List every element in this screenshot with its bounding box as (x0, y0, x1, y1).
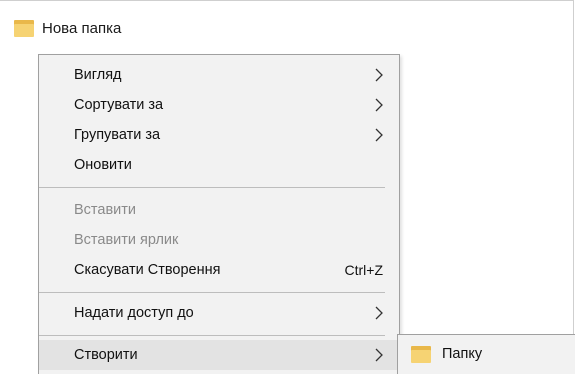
menu-item-sort-by[interactable]: Сортувати за (39, 90, 399, 120)
menu-item-view[interactable]: Вигляд (39, 60, 399, 90)
menu-item-paste-shortcut: Вставити ярлик (39, 225, 399, 255)
new-submenu: Папку (397, 334, 575, 374)
menu-item-label: Вигляд (74, 67, 122, 83)
submenu-item-label: Папку (442, 346, 483, 362)
menu-item-label: Сортувати за (74, 97, 164, 113)
new-folder-item[interactable]: Нова папка (14, 14, 121, 42)
menu-item-label: Скасувати Створення (74, 262, 221, 278)
menu-item-label: Оновити (74, 157, 132, 173)
folder-icon (14, 19, 34, 37)
menu-item-refresh[interactable]: Оновити (39, 150, 399, 180)
menu-item-label: Вставити (74, 202, 137, 218)
menu-item-label: Створити (74, 347, 138, 363)
chevron-right-icon (375, 98, 383, 112)
chevron-right-icon (375, 128, 383, 142)
menu-item-label: Групувати за (74, 127, 161, 143)
context-menu: Вигляд Сортувати за Групувати за Оновити… (38, 54, 400, 374)
menu-separator (39, 335, 385, 336)
menu-item-label: Вставити ярлик (74, 232, 179, 248)
menu-item-new[interactable]: Створити (39, 340, 399, 370)
menu-item-label: Надати доступ до (74, 305, 194, 321)
chevron-right-icon (375, 306, 383, 320)
chevron-right-icon (375, 68, 383, 82)
menu-item-give-access[interactable]: Надати доступ до (39, 298, 399, 328)
chevron-right-icon (375, 348, 383, 362)
menu-item-shortcut: Ctrl+Z (344, 262, 384, 278)
folder-name-label: Нова папка (42, 19, 122, 37)
submenu-item-folder[interactable]: Папку (398, 339, 575, 369)
menu-item-group-by[interactable]: Групувати за (39, 120, 399, 150)
menu-item-paste: Вставити (39, 195, 399, 225)
menu-separator (39, 292, 385, 293)
menu-item-undo-new[interactable]: Скасувати Створення Ctrl+Z (39, 255, 399, 285)
folder-icon (411, 345, 431, 363)
menu-separator (39, 187, 385, 188)
